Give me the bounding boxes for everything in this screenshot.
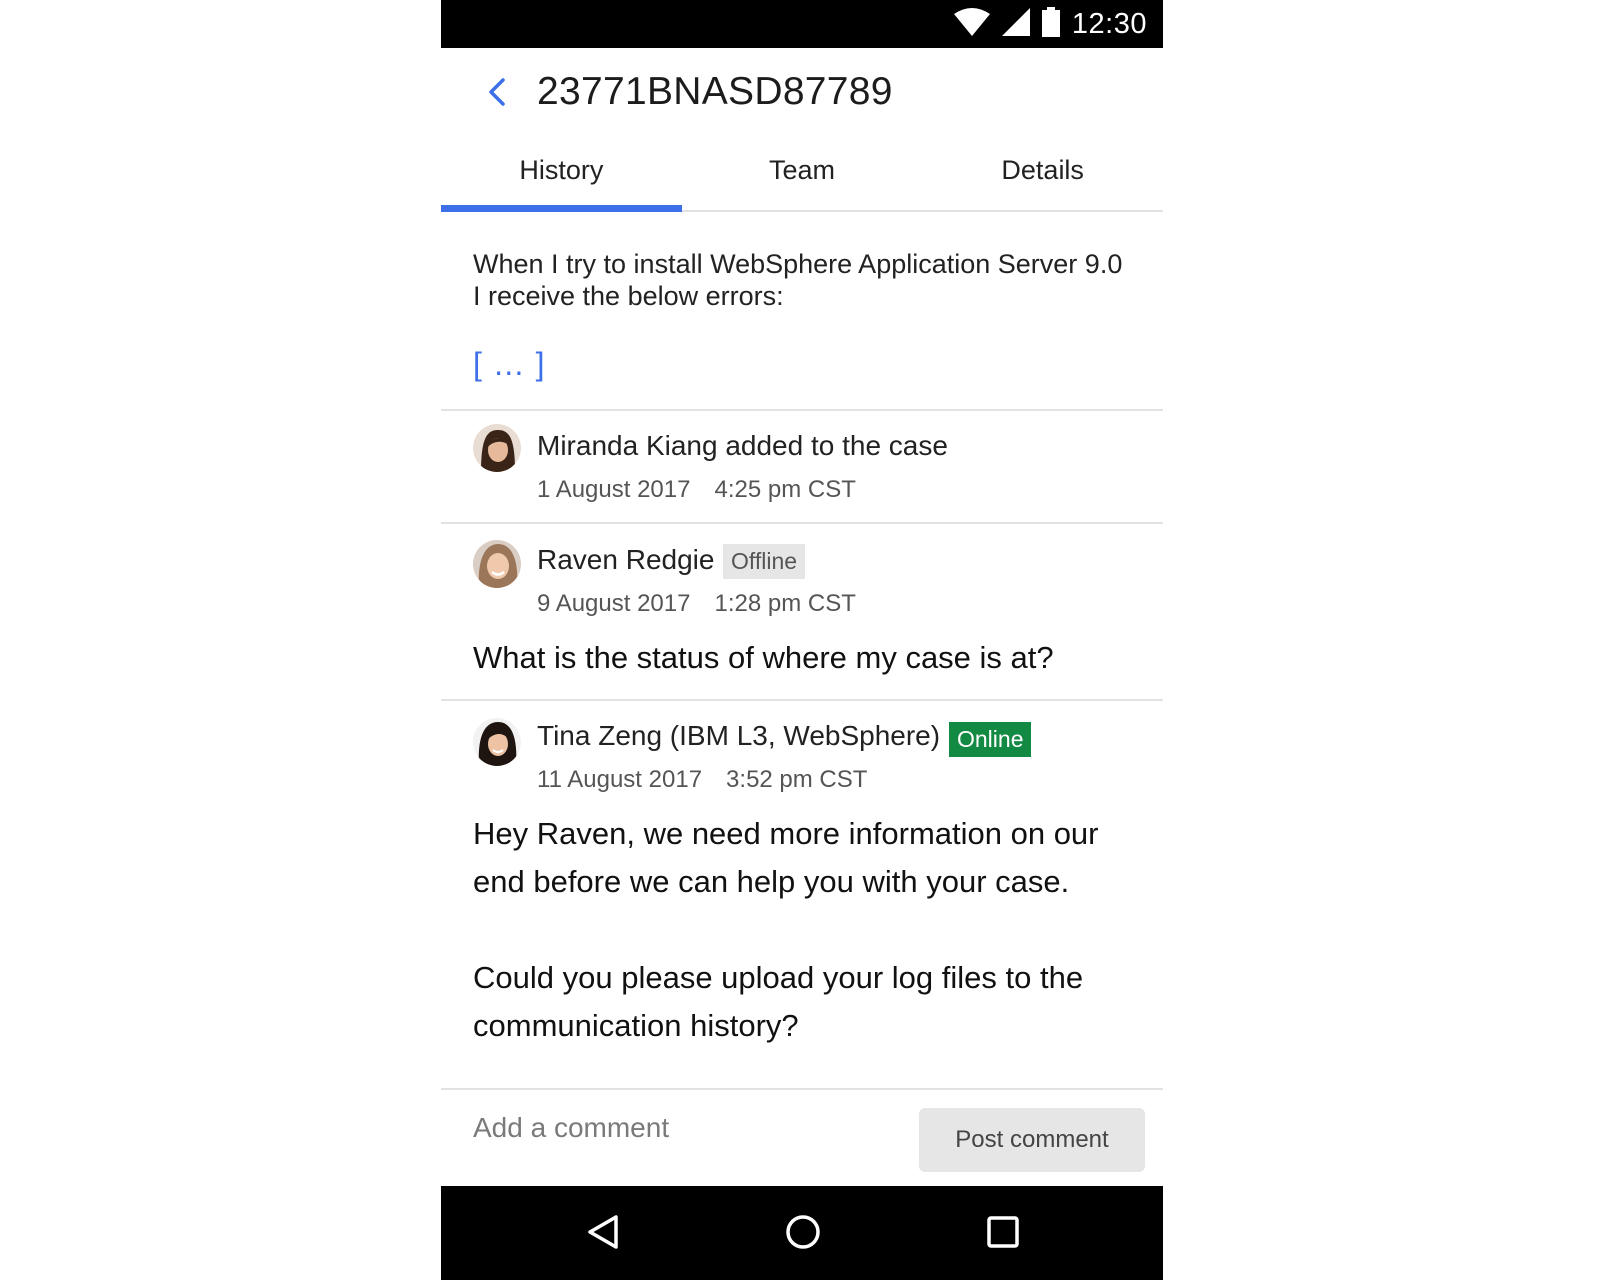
status-badge: Offline — [723, 544, 806, 579]
divider — [441, 409, 1163, 411]
history-entry-timestamp: 11 August 2017 3:52 pm CST — [537, 766, 867, 794]
divider — [441, 1088, 1163, 1090]
home-circle-icon[interactable] — [781, 1210, 825, 1254]
entry-time: 3:52 pm CST — [726, 766, 868, 793]
tab-bar: History Team Details — [441, 140, 1163, 212]
status-bar: 12:30 — [441, 0, 1163, 48]
status-icons: 12:30 — [953, 0, 1147, 48]
avatar — [473, 424, 521, 472]
tab-history[interactable]: History — [441, 140, 682, 212]
cellular-signal-icon — [1001, 7, 1030, 41]
tab-details[interactable]: Details — [922, 140, 1163, 210]
avatar — [473, 540, 521, 588]
history-entry-title: Miranda Kiang added to the case — [537, 430, 948, 461]
history-entry-timestamp: 1 August 2017 4:25 pm CST — [537, 476, 856, 504]
comment-message: Could you please upload your log files t… — [473, 960, 1084, 1043]
battery-icon — [1041, 6, 1060, 42]
entry-date: 1 August 2017 — [537, 476, 691, 503]
comment-input[interactable] — [473, 1112, 893, 1144]
divider — [441, 522, 1163, 524]
entry-time: 1:28 pm CST — [714, 590, 856, 617]
navigation-bar — [441, 1186, 1163, 1280]
wifi-icon — [953, 7, 990, 41]
phone-screen: 12:30 23771BNASD87789 History Team Detai… — [441, 0, 1163, 1280]
case-description: When I try to install WebSphere Applicat… — [473, 249, 1123, 311]
history-entry-author: Tina Zeng (IBM L3, WebSphere) — [537, 720, 941, 751]
post-comment-button[interactable]: Post comment — [919, 1108, 1145, 1172]
status-time: 12:30 — [1071, 7, 1147, 40]
page-title: 23771BNASD87789 — [537, 70, 893, 113]
expand-description-link[interactable]: [ … ] — [473, 346, 546, 383]
history-entry-author: Raven Redgie — [537, 544, 715, 575]
entry-date: 9 August 2017 — [537, 590, 691, 617]
recents-square-icon[interactable] — [981, 1210, 1025, 1254]
tab-team[interactable]: Team — [682, 140, 923, 210]
avatar — [473, 718, 521, 766]
chevron-left-icon[interactable] — [479, 74, 515, 110]
comment-message: What is the status of where my case is a… — [473, 640, 1054, 675]
entry-time: 4:25 pm CST — [714, 476, 856, 503]
back-triangle-icon[interactable] — [581, 1210, 625, 1254]
divider — [441, 699, 1163, 701]
status-badge: Online — [949, 722, 1032, 757]
history-entry-timestamp: 9 August 2017 1:28 pm CST — [537, 590, 856, 618]
entry-date: 11 August 2017 — [537, 766, 703, 793]
comment-message: Hey Raven, we need more information on o… — [473, 816, 1099, 899]
